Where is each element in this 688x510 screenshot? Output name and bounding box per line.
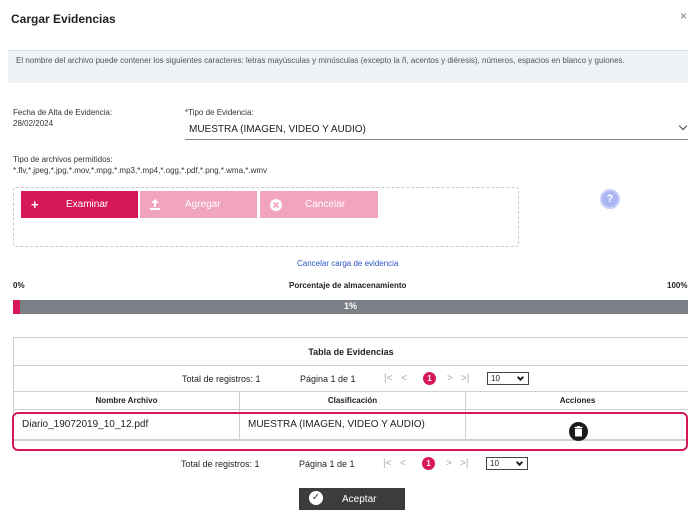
cell-nombre-archivo: Diario_19072019_10_12.pdf	[14, 410, 240, 439]
storage-min-label: 0%	[13, 281, 25, 290]
column-header-nombre[interactable]: Nombre Archivo	[14, 392, 240, 409]
next-page-icon[interactable]: >	[447, 373, 453, 384]
storage-title: Porcentaje de almacenamiento	[289, 281, 407, 290]
examinar-label: Examinar	[66, 199, 109, 210]
next-page-icon[interactable]: >	[446, 458, 452, 469]
fecha-value: 28/02/2024	[13, 119, 54, 128]
column-header-clasificacion[interactable]: Clasificación	[240, 392, 466, 409]
plus-icon: +	[31, 197, 39, 212]
last-page-icon[interactable]: >|	[461, 373, 469, 384]
close-icon[interactable]: ×	[680, 9, 687, 23]
table-pager-top: Total de registros: 1 Página 1 de 1 |< <…	[14, 366, 688, 392]
check-icon: ✓	[309, 491, 323, 505]
help-icon[interactable]: ?	[600, 189, 620, 209]
page-size-select[interactable]: 10	[486, 457, 528, 470]
total-registros: Total de registros: 1	[182, 374, 261, 384]
current-page-button[interactable]: 1	[423, 372, 436, 385]
pagina-indicator: Página 1 de 1	[299, 459, 355, 469]
last-page-icon[interactable]: >|	[460, 458, 468, 469]
examinar-button[interactable]: + Examinar	[21, 191, 138, 218]
page-size-value: 10	[491, 374, 500, 383]
prev-page-icon[interactable]: <	[401, 373, 407, 384]
column-header-acciones: Acciones	[559, 396, 596, 405]
chevron-down-icon	[516, 373, 525, 382]
table-title: Tabla de Evidencias	[14, 338, 688, 366]
first-page-icon[interactable]: |<	[384, 373, 392, 384]
total-registros: Total de registros: 1	[181, 459, 260, 469]
storage-progress-text: 1%	[343, 301, 357, 311]
tipo-evidencia-value: MUESTRA (IMAGEN, VIDEO Y AUDIO)	[189, 124, 366, 135]
cancelar-label: Cancelar	[305, 199, 346, 210]
upload-icon	[150, 191, 160, 218]
prev-page-icon[interactable]: <	[400, 458, 406, 469]
agregar-label: Agregar	[185, 199, 221, 210]
page-size-select[interactable]: 10	[487, 372, 529, 385]
current-page-button[interactable]: 1	[422, 457, 435, 470]
chevron-down-icon	[678, 121, 688, 131]
table-pager-bottom: Total de registros: 1 Página 1 de 1 |< <…	[13, 451, 688, 477]
aceptar-button[interactable]: ✓ Aceptar	[299, 488, 405, 510]
info-notice: El nombre del archivo puede contener los…	[8, 50, 688, 83]
agregar-button[interactable]: Agregar	[140, 191, 257, 218]
first-page-icon[interactable]: |<	[383, 458, 391, 469]
aceptar-label: Aceptar	[342, 494, 377, 505]
storage-progress-bar: 1%	[13, 300, 688, 314]
cancelar-carga-link[interactable]: Cancelar carga de evidencia	[297, 259, 398, 268]
tipos-permitidos-label: Tipo de archivos permitidos:	[13, 155, 113, 164]
table-header-row: Nombre Archivo Clasificación Acciones	[14, 392, 688, 410]
cancel-circle-icon	[270, 191, 282, 218]
dialog-title: Cargar Evidencias	[11, 12, 116, 26]
page-size-value: 10	[490, 459, 499, 468]
tipo-evidencia-select[interactable]: MUESTRA (IMAGEN, VIDEO Y AUDIO)	[185, 118, 688, 140]
tipo-evidencia-label: *Tipo de Evidencia:	[185, 108, 254, 117]
cancelar-button[interactable]: Cancelar	[260, 191, 378, 218]
chevron-down-icon	[515, 458, 524, 467]
info-text: El nombre del archivo puede contener los…	[16, 56, 625, 65]
cell-clasificacion: MUESTRA (IMAGEN, VIDEO Y AUDIO)	[240, 410, 466, 439]
storage-max-label: 100%	[667, 281, 688, 290]
delete-trash-icon[interactable]	[569, 422, 588, 441]
pagina-indicator: Página 1 de 1	[300, 374, 356, 384]
fecha-label: Fecha de Alta de Evidencia:	[13, 108, 113, 117]
tipos-permitidos-value: *.flv,*.jpeg,*.jpg,*.mov,*.mpg,*.mp3,*.m…	[13, 166, 268, 175]
